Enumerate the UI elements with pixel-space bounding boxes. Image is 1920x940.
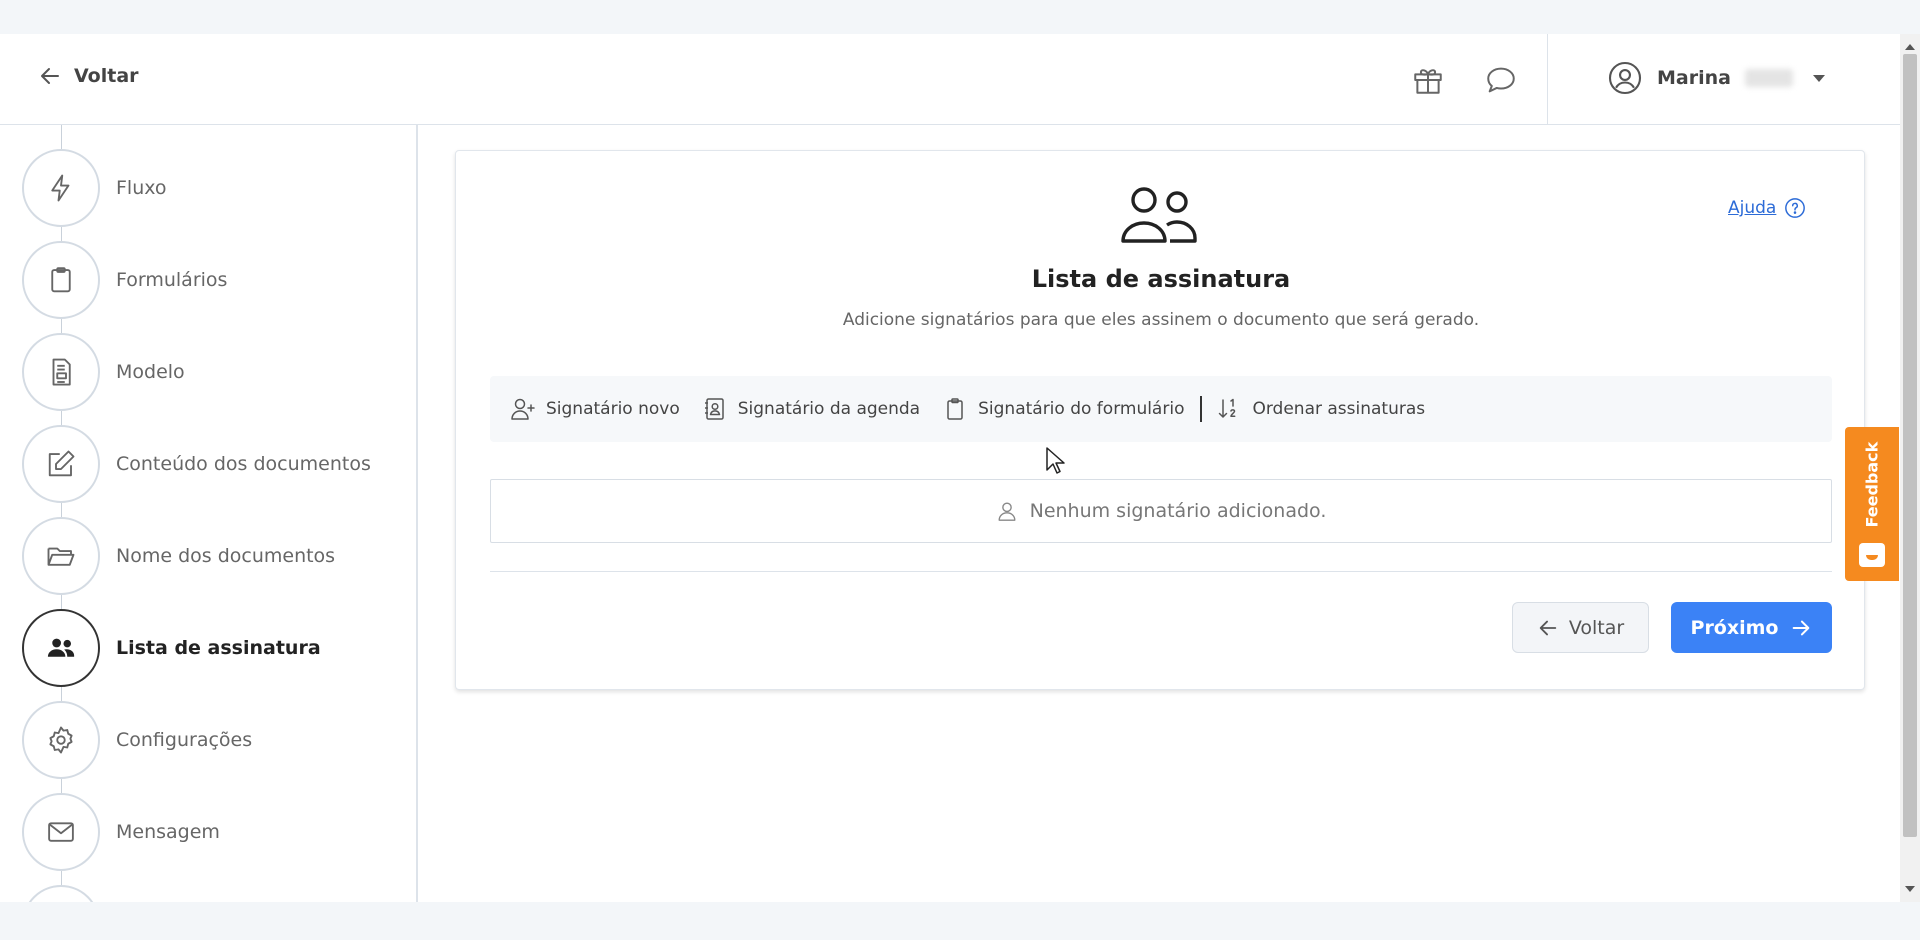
chevron-down-icon — [1812, 74, 1825, 82]
sort-numeric-icon — [1219, 398, 1236, 418]
chat-icon — [1487, 67, 1515, 93]
empty-signers-state: Nenhum signatário adicionado. — [490, 479, 1832, 543]
step-circle — [22, 793, 100, 871]
empty-signers-message: Nenhum signatário adicionado. — [1029, 500, 1327, 522]
step-label: Modelo — [116, 361, 185, 383]
step-mensagem[interactable]: Mensagem — [22, 793, 220, 871]
step-circle — [22, 333, 100, 411]
form-signer-label: Signatário do formulário — [978, 399, 1185, 419]
scroll-down-arrow[interactable] — [1905, 886, 1915, 892]
user-menu[interactable]: Marina — [1607, 60, 1825, 96]
step-circle — [22, 149, 100, 227]
app-window: Voltar Marina Fluxo Formulários Modelo C… — [0, 34, 1900, 902]
user-icon — [998, 502, 1016, 521]
agenda-signer-label: Signatário da agenda — [737, 399, 921, 419]
step-conteudo[interactable]: Conteúdo dos documentos — [22, 425, 371, 503]
header-divider — [1547, 34, 1548, 124]
user-name: Marina — [1657, 67, 1731, 89]
step-configuracoes[interactable]: Configurações — [22, 701, 252, 779]
help-link[interactable]: Ajuda — [1728, 197, 1806, 219]
clipboard-icon — [947, 398, 963, 420]
users-icon — [47, 638, 75, 657]
arrow-right-icon — [1793, 620, 1810, 635]
clipboard-icon — [51, 267, 71, 293]
step-circle — [22, 885, 100, 902]
gear-icon — [49, 726, 73, 754]
step-label: Conteúdo dos documentos — [116, 453, 371, 475]
step-nome-documentos[interactable]: Nome dos documentos — [22, 517, 335, 595]
user-surname-redacted — [1744, 69, 1793, 87]
edit-icon — [48, 450, 75, 477]
step-circle — [22, 425, 100, 503]
question-circle-icon — [1785, 198, 1806, 218]
step-label: Nome dos documentos — [116, 545, 336, 567]
step-circle — [22, 609, 100, 687]
step-label: Lista de assinatura — [116, 637, 321, 659]
smile-icon — [1859, 543, 1885, 567]
scroll-up-arrow[interactable] — [1905, 44, 1915, 50]
step-circle — [22, 701, 100, 779]
order-signatures-button[interactable]: Ordenar assinaturas — [1216, 396, 1425, 422]
page-title: Lista de assinatura — [1031, 265, 1291, 293]
order-signatures-label: Ordenar assinaturas — [1252, 399, 1426, 419]
header-back-label: Voltar — [74, 65, 139, 87]
agenda-signer-button[interactable]: Signatário da agenda — [702, 396, 920, 422]
feedback-tab[interactable]: Feedback — [1845, 427, 1899, 581]
header-back-link[interactable]: Voltar — [38, 64, 139, 88]
step-circle — [22, 517, 100, 595]
users-outline-icon — [1121, 187, 1197, 243]
step-label: Formulários — [116, 269, 228, 291]
top-bar: Voltar Marina — [0, 34, 1900, 125]
back-button-label: Voltar — [1568, 616, 1625, 639]
folder-icon — [47, 547, 75, 566]
step-modelo[interactable]: Modelo — [22, 333, 185, 411]
page-subtitle: Adicione signatários para que eles assin… — [842, 310, 1480, 330]
user-plus-icon — [511, 398, 535, 420]
next-button[interactable]: Próximo — [1671, 602, 1832, 653]
step-next-partial[interactable] — [22, 885, 100, 902]
form-signer-button[interactable]: Signatário do formulário — [942, 396, 1184, 422]
help-label: Ajuda — [1728, 198, 1777, 218]
step-label: Configurações — [116, 729, 253, 751]
back-button[interactable]: Voltar — [1512, 602, 1649, 653]
step-fluxo[interactable]: Fluxo — [22, 149, 167, 227]
steps-sidebar: Fluxo Formulários Modelo Conteúdo dos do… — [0, 125, 418, 902]
feedback-label: Feedback — [1862, 441, 1882, 528]
step-circle — [22, 241, 100, 319]
step-formularios[interactable]: Formulários — [22, 241, 227, 319]
vertical-scrollbar[interactable] — [1900, 34, 1920, 902]
toolbar-separator — [1200, 396, 1203, 422]
step-label: Fluxo — [116, 177, 167, 199]
next-button-label: Próximo — [1690, 616, 1779, 639]
chat-button[interactable] — [1482, 61, 1520, 99]
gift-icon — [1414, 69, 1442, 94]
signers-toolbar: Signatário novo Signatário da agenda Sig… — [490, 376, 1832, 442]
arrow-left-icon — [1539, 620, 1557, 635]
new-signer-label: Signatário novo — [546, 399, 680, 419]
bolt-icon — [51, 174, 70, 202]
card-divider — [490, 571, 1832, 572]
signature-list-card: Ajuda Lista de assinatura Adicione signa… — [455, 150, 1865, 690]
template-icon — [52, 358, 71, 386]
arrow-left-icon — [41, 68, 59, 84]
contact-book-icon — [704, 398, 724, 420]
gift-button[interactable] — [1409, 61, 1447, 99]
envelope-icon — [48, 822, 74, 842]
new-signer-button[interactable]: Signatário novo — [510, 396, 680, 422]
user-circle-icon — [1608, 61, 1642, 95]
step-lista-assinatura[interactable]: Lista de assinatura — [22, 609, 321, 687]
scroll-thumb[interactable] — [1903, 54, 1917, 837]
step-label: Mensagem — [116, 821, 220, 843]
